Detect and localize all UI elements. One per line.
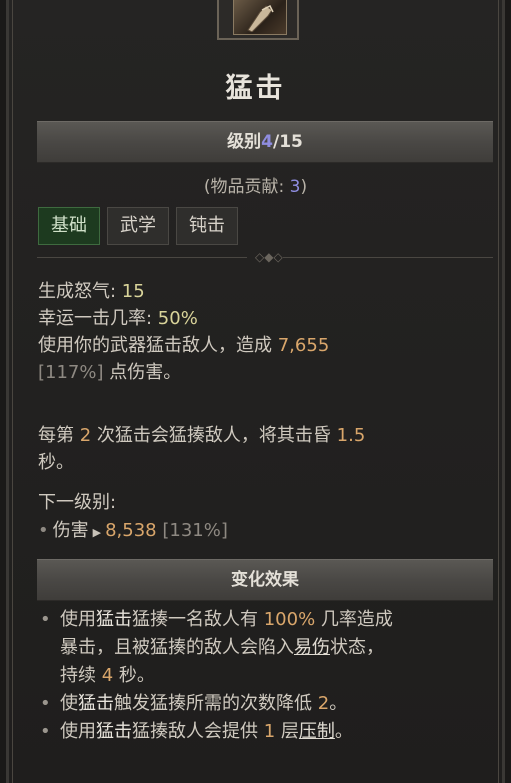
fury-label: 生成怒气: — [38, 281, 122, 302]
modifier-3: • 使用猛击猛揍敌人会提供 1 层压制。 — [38, 718, 498, 746]
mod2-skill: 猛击 — [78, 693, 114, 714]
lucky-label: 幸运一击几率: — [38, 308, 158, 329]
next-damage-label: 伤害 — [52, 520, 89, 541]
next-rank-title: 下一级别: — [38, 492, 117, 513]
mod1-skill: 猛击 — [96, 609, 132, 630]
damage-value: 7,655 — [277, 335, 330, 356]
desc-part-1: 每第 — [38, 425, 80, 446]
fury-value: 15 — [121, 281, 145, 302]
vulnerable-link[interactable]: 易伤 — [294, 637, 330, 658]
mod3-a: 使用 — [60, 721, 96, 742]
item-contribution: (物品贡献: 3) — [0, 172, 511, 197]
mod3-skill: 猛击 — [96, 721, 132, 742]
lucky-hit-stat: 幸运一击几率: 50% — [38, 305, 488, 332]
skill-description: 每第 2 次猛击会猛揍敌人，将其击昏 1.5 秒。 — [38, 422, 488, 476]
overpower-link[interactable]: 压制 — [299, 721, 335, 742]
next-damage-pct: [131%] — [162, 520, 228, 541]
mod1-i: 持续 — [60, 665, 102, 686]
next-rank-damage: • 伤害 ▶ 8,538 [131%] — [38, 517, 488, 547]
mod1-f: 暴击，且被猛揍的敌人会陷入 — [60, 637, 294, 658]
fury-stat: 生成怒气: 15 — [38, 278, 488, 305]
modifier-1: • 使用猛击猛揍一名敌人有 100% 几率造成 暴击，且被猛揍的敌人会陷入易伤状… — [38, 606, 498, 690]
rank-max: /15 — [272, 132, 303, 152]
mod3-value: 1 — [263, 721, 276, 742]
damage-suffix: 点伤害。 — [103, 362, 182, 383]
contrib-prefix: (物品贡献: — [203, 177, 290, 197]
damage-pct: [117%] — [38, 362, 104, 383]
modifiers-header: 变化效果 — [37, 559, 493, 601]
mod1-chance: 100% — [263, 609, 316, 630]
arrow-right-icon: ▶ — [92, 526, 102, 539]
desc-part-3: 秒。 — [38, 452, 74, 473]
rank-current: 4 — [261, 132, 273, 152]
mod2-a: 使 — [60, 693, 78, 714]
damage-text: 使用你的武器猛击敌人，造成 — [38, 335, 278, 356]
next-rank: 下一级别: • 伤害 ▶ 8,538 [131%] — [38, 489, 488, 547]
contrib-value: 3 — [289, 177, 301, 197]
bullet-icon: • — [40, 693, 51, 714]
bullet-icon: • — [40, 609, 51, 630]
mod3-c: 猛揍敌人会提供 — [132, 721, 264, 742]
mod1-h: 状态， — [330, 637, 384, 658]
damage-line-2: [117%] 点伤害。 — [38, 359, 488, 386]
mod1-k: 秒。 — [113, 665, 155, 686]
bullet-icon: • — [40, 721, 51, 742]
modifiers-list: • 使用猛击猛揍一名敌人有 100% 几率造成 暴击，且被猛揍的敌人会陷入易伤状… — [38, 606, 498, 746]
modifier-2: • 使猛击触发猛揍所需的次数降低 2。 — [38, 690, 498, 718]
mod3-g: 。 — [334, 721, 353, 742]
tag-bludgeoning[interactable]: 钝击 — [176, 207, 238, 245]
skill-title: 猛击 — [225, 73, 286, 104]
mod1-a: 使用 — [60, 609, 96, 630]
mod2-e: 。 — [329, 693, 348, 714]
desc-num-2: 1.5 — [336, 425, 366, 446]
skill-tags: 基础 武学 钝击 — [38, 207, 238, 245]
desc-part-2: 次猛击会猛揍敌人，将其击昏 — [91, 425, 337, 446]
mod1-e: 几率造成 — [315, 609, 393, 630]
tag-martial[interactable]: 武学 — [107, 207, 169, 245]
mod1-c: 猛揍一名敌人有 — [132, 609, 264, 630]
bullet-icon: • — [38, 520, 49, 541]
skill-stats: 生成怒气: 15 幸运一击几率: 50% 使用你的武器猛击敌人，造成 7,655… — [38, 278, 488, 386]
tag-basic[interactable]: 基础 — [38, 207, 100, 245]
mod3-e: 层 — [275, 721, 299, 742]
mace-strike-icon — [233, 0, 287, 35]
mod2-value: 2 — [317, 693, 330, 714]
desc-num-1: 2 — [79, 425, 92, 446]
damage-line: 使用你的武器猛击敌人，造成 7,655 — [38, 332, 488, 359]
next-damage-value: 8,538 — [105, 520, 157, 541]
rank-label: 级别 — [227, 132, 262, 152]
mod1-duration: 4 — [101, 665, 114, 686]
mod2-c: 触发猛揍所需的次数降低 — [114, 693, 318, 714]
lucky-value: 50% — [157, 308, 198, 329]
divider-ornament-icon: ◇◆◇ — [255, 250, 283, 264]
rank-banner: 级别4/15 — [37, 121, 493, 163]
contrib-suffix: ) — [300, 177, 308, 197]
skill-icon-frame — [217, 0, 299, 40]
section-divider: ◇◆◇ — [37, 251, 493, 263]
